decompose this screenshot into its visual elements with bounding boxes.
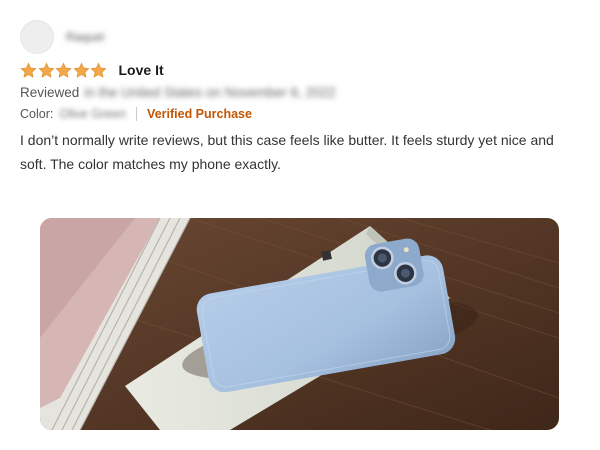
verified-purchase-badge: Verified Purchase: [147, 107, 252, 121]
author-row: Raquel: [20, 20, 104, 54]
review-photo[interactable]: [40, 218, 559, 430]
star-icon: [90, 62, 107, 78]
divider: [136, 107, 138, 121]
avatar[interactable]: [20, 20, 54, 54]
star-icon: [20, 62, 37, 78]
reviewed-label: Reviewed: [20, 84, 80, 100]
star-icon: [73, 62, 89, 78]
star-rating[interactable]: [20, 62, 108, 79]
variant-row: Color: Olive Green Verified Purchase: [20, 104, 252, 124]
review-meta: Reviewed in the United States on Novembe…: [20, 82, 336, 102]
variant-value[interactable]: Olive Green: [59, 107, 126, 121]
review-body: I don’t normally write reviews, but this…: [20, 132, 554, 172]
phone-case-photo: [40, 218, 559, 430]
star-icon: [55, 62, 72, 78]
review-card: Raquel Love It Reviewed in the United St…: [0, 0, 600, 450]
rating-row: Love It: [20, 60, 164, 80]
variant-label: Color:: [20, 107, 54, 121]
author-name[interactable]: Raquel: [66, 30, 104, 44]
review-date: in the United States on November 6, 2022: [84, 84, 336, 100]
star-icon: [38, 62, 54, 78]
review-title[interactable]: Love It: [119, 62, 164, 78]
